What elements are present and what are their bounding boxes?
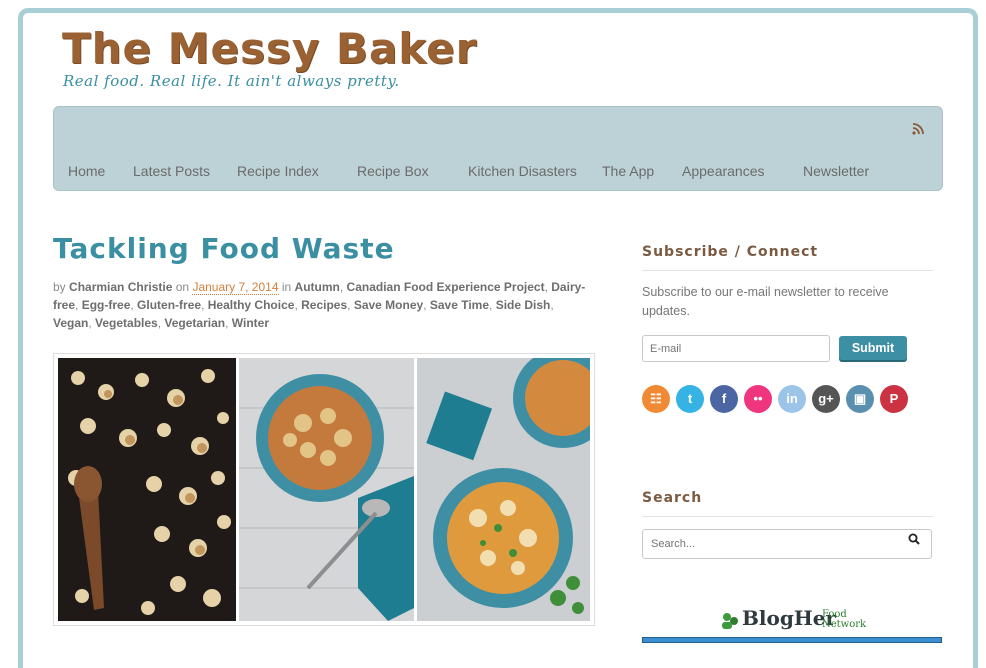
category-link[interactable]: Save Money bbox=[354, 298, 423, 312]
post-title[interactable]: Tackling Food Waste bbox=[53, 232, 395, 265]
search-input[interactable] bbox=[642, 529, 932, 559]
rss-icon[interactable]: ☷ bbox=[642, 385, 670, 413]
nav-item-latest-posts[interactable]: Latest Posts bbox=[133, 163, 210, 179]
category-link[interactable]: Gluten-free bbox=[137, 298, 201, 312]
post-featured-image[interactable] bbox=[53, 353, 595, 626]
search-heading: Search bbox=[642, 490, 703, 506]
category-link[interactable]: Healthy Choice bbox=[208, 298, 295, 312]
instagram-icon[interactable]: ▣ bbox=[846, 385, 874, 413]
divider bbox=[642, 516, 933, 517]
category-link[interactable]: Egg-free bbox=[82, 298, 131, 312]
category-link[interactable]: Autumn bbox=[295, 280, 340, 294]
flickr-icon[interactable]: •• bbox=[744, 385, 772, 413]
nav-item-the-app[interactable]: The App bbox=[602, 163, 654, 179]
category-link[interactable]: Winter bbox=[232, 316, 269, 330]
category-link[interactable]: Vegetables bbox=[95, 316, 158, 330]
main-navigation: Home Latest Posts Recipe Index Recipe Bo… bbox=[53, 106, 943, 191]
nav-item-home[interactable]: Home bbox=[68, 163, 105, 179]
rss-icon[interactable] bbox=[912, 123, 926, 137]
subscribe-heading: Subscribe / Connect bbox=[642, 244, 819, 260]
search-icon[interactable] bbox=[908, 533, 922, 547]
google-plus-icon[interactable]: g+ bbox=[812, 385, 840, 413]
nav-item-kitchen-disasters[interactable]: Kitchen Disasters bbox=[468, 163, 577, 179]
nav-item-newsletter[interactable]: Newsletter bbox=[803, 163, 869, 179]
divider bbox=[642, 270, 933, 271]
post-date[interactable]: January 7, 2014 bbox=[192, 280, 279, 295]
pinterest-icon[interactable]: P bbox=[880, 385, 908, 413]
post-meta: by Charmian Christie on January 7, 2014 … bbox=[53, 280, 586, 330]
post-author[interactable]: Charmian Christie bbox=[69, 280, 172, 294]
category-link[interactable]: Canadian Food Experience Project bbox=[347, 280, 545, 294]
category-link[interactable]: Recipes bbox=[301, 298, 347, 312]
category-link[interactable]: Side Dish bbox=[496, 298, 551, 312]
blogher-logo-icon bbox=[720, 612, 740, 630]
nav-item-recipe-box[interactable]: Recipe Box bbox=[357, 163, 429, 179]
category-link[interactable]: Save Time bbox=[430, 298, 489, 312]
site-tagline: Real food. Real life. It ain't always pr… bbox=[63, 72, 400, 90]
email-field[interactable] bbox=[642, 335, 830, 362]
blogher-network-label: Food Network bbox=[822, 609, 867, 630]
twitter-icon[interactable]: t bbox=[676, 385, 704, 413]
category-link[interactable]: Vegan bbox=[53, 316, 88, 330]
blogher-banner[interactable] bbox=[642, 637, 942, 643]
facebook-icon[interactable]: f bbox=[710, 385, 738, 413]
linkedin-icon[interactable]: in bbox=[778, 385, 806, 413]
subscribe-text: Subscribe to our e-mail newsletter to re… bbox=[642, 285, 889, 318]
nav-item-appearances[interactable]: Appearances bbox=[682, 163, 765, 179]
category-link[interactable]: Vegetarian bbox=[164, 316, 225, 330]
site-title[interactable]: The Messy Baker bbox=[62, 24, 477, 73]
submit-button[interactable]: Submit bbox=[839, 336, 907, 360]
nav-item-recipe-index[interactable]: Recipe Index bbox=[237, 163, 319, 179]
